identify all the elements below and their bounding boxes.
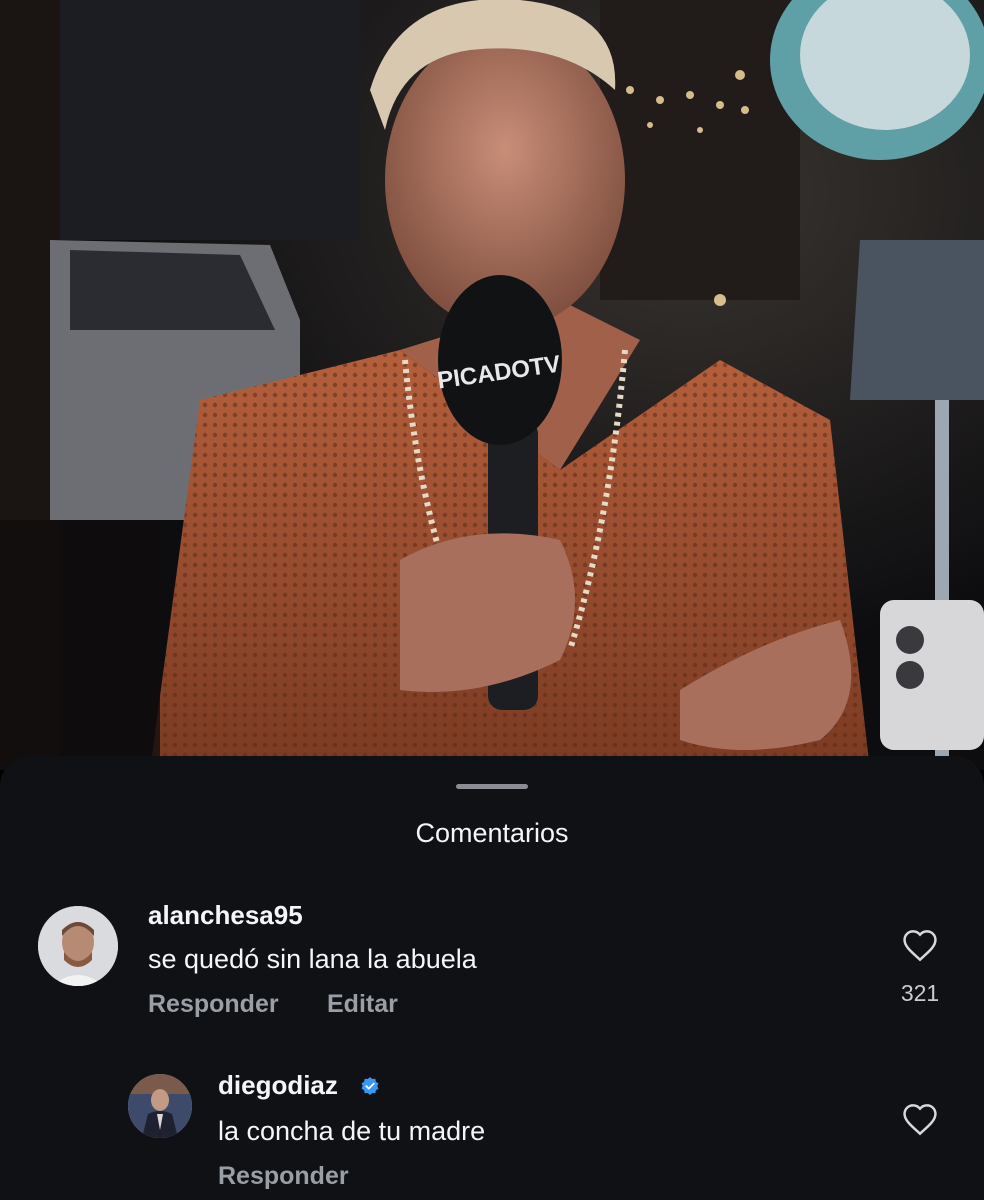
sheet-title: Comentarios — [415, 818, 569, 848]
heart-icon[interactable] — [901, 928, 939, 967]
comments-sheet: Comentarios alanchesa95 se quedó sin lan… — [0, 756, 984, 1200]
reply-button[interactable]: Responder — [218, 1162, 349, 1191]
video-player[interactable]: PICADOTV — [0, 0, 984, 770]
avatar[interactable] — [38, 906, 118, 986]
avatar[interactable] — [128, 1074, 192, 1138]
comment-username[interactable]: diegodiaz — [218, 1070, 338, 1101]
sheet-drag-handle[interactable] — [456, 784, 528, 789]
verified-badge-icon — [360, 1076, 380, 1101]
like-count: 321 — [900, 980, 940, 1006]
comment-username[interactable]: alanchesa95 — [148, 900, 303, 931]
comment-text: se quedó sin lana la abuela — [148, 944, 477, 974]
comment-item: alanchesa95 se quedó sin lana la abuela … — [0, 896, 984, 1026]
reply-comment-item: diegodiaz la concha de tu madre Responde… — [0, 1068, 984, 1200]
heart-icon[interactable] — [901, 1102, 939, 1141]
edit-button[interactable]: Editar — [327, 990, 398, 1019]
video-frame: PICADOTV — [0, 0, 984, 770]
reply-button[interactable]: Responder — [148, 990, 279, 1019]
comment-text: la concha de tu madre — [218, 1116, 486, 1146]
